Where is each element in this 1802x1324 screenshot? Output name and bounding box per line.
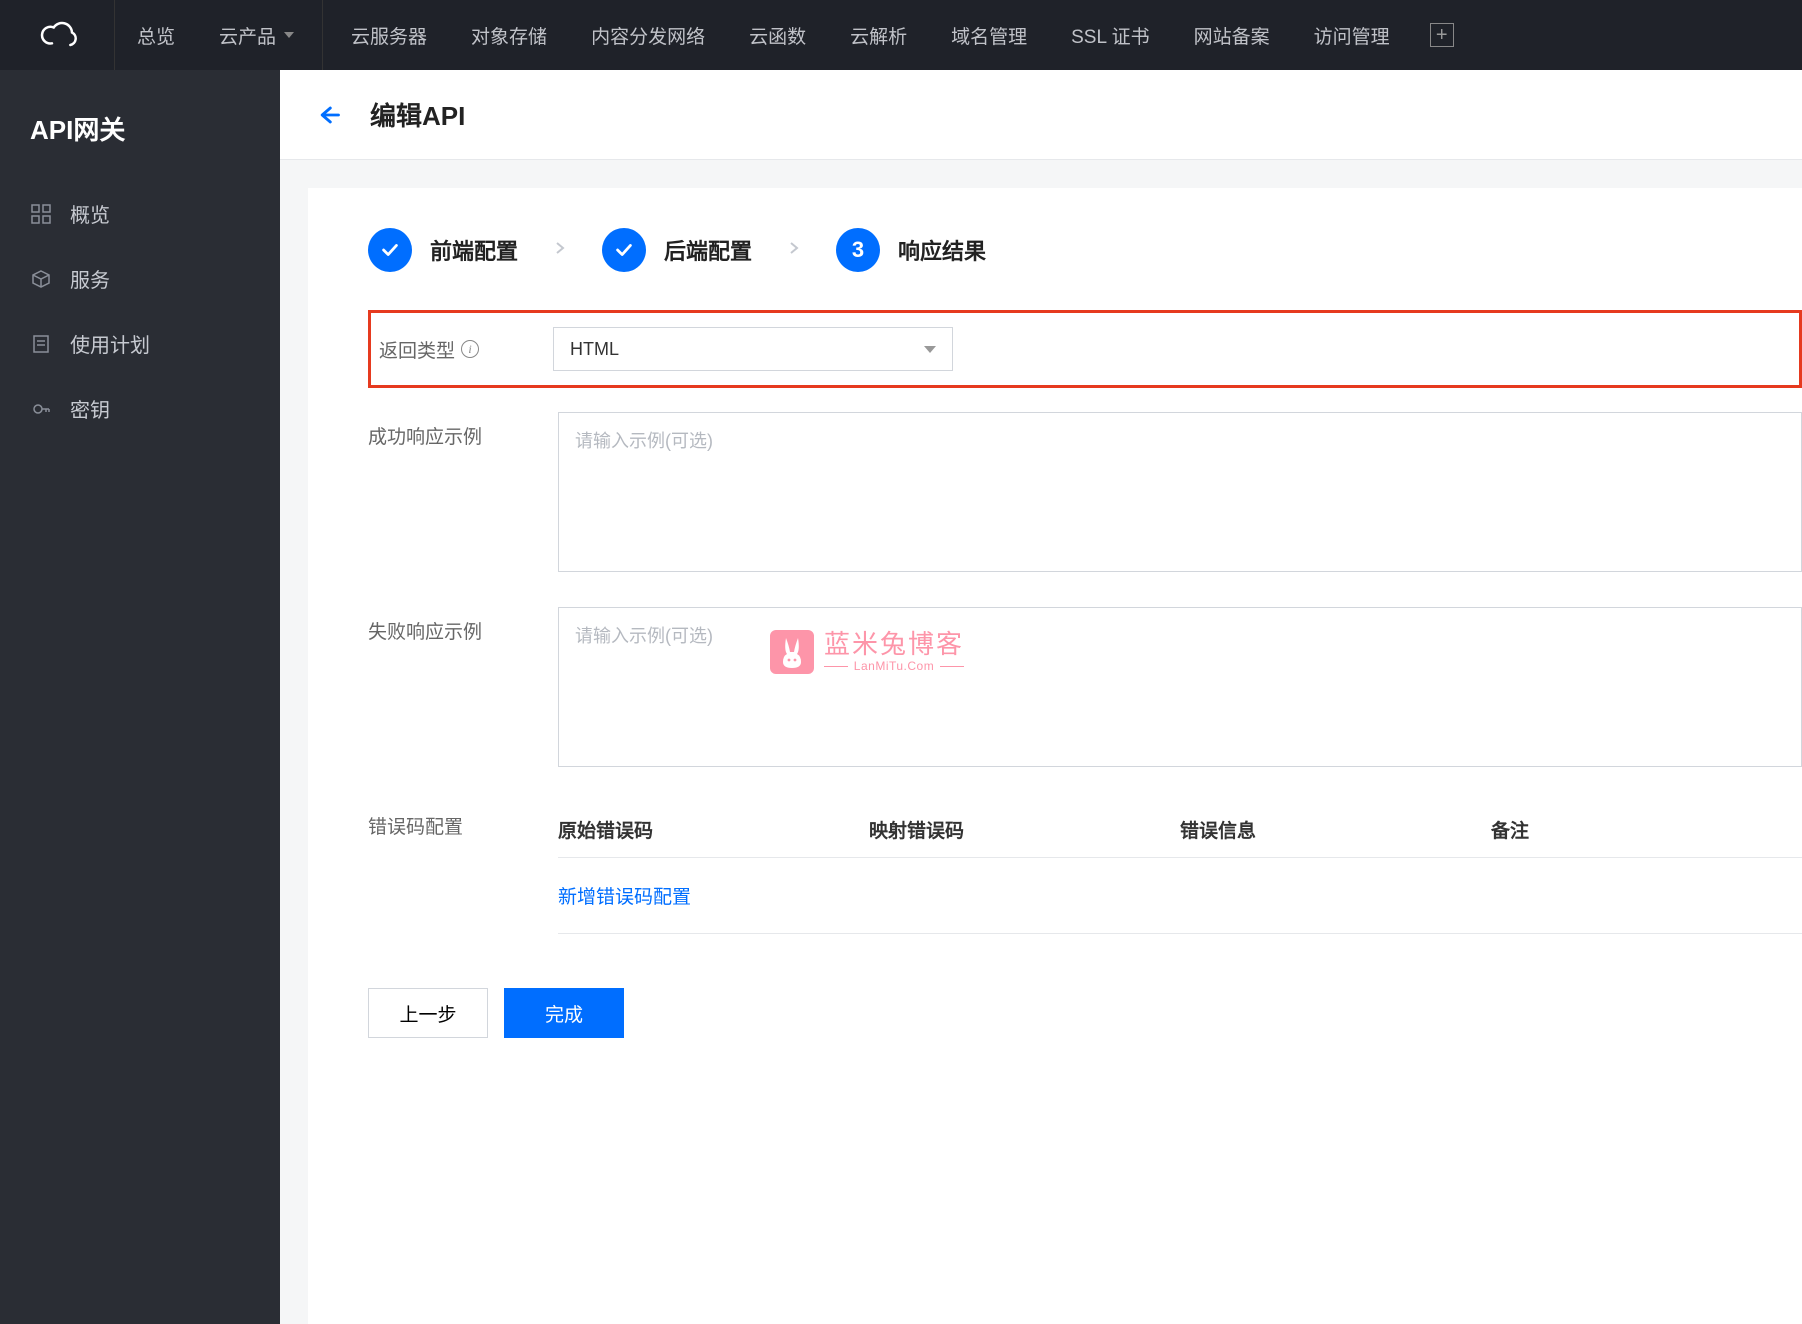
col-mapped: 映射错误码 [869,816,1180,843]
sidebar-item-label: 概览 [70,199,110,228]
check-icon [602,228,646,272]
error-codes-add: 新增错误码配置 [558,858,1802,934]
return-type-row: 返回类型 i HTML [368,310,1802,388]
sidebar-item-label: 服务 [70,264,110,293]
arrow-left-icon [314,101,342,129]
col-message: 错误信息 [1180,816,1491,843]
fail-example-label: 失败响应示例 [368,607,558,644]
sidebar-item-plan[interactable]: 使用计划 [0,311,280,376]
nav-domain[interactable]: 域名管理 [929,0,1049,70]
col-original: 原始错误码 [558,816,869,843]
error-codes-row: 错误码配置 原始错误码 映射错误码 错误信息 备注 新增错误码配置 [368,802,1802,934]
wizard-steps: 前端配置 后端配置 3 响应结果 [368,228,1802,272]
return-type-select[interactable]: HTML [553,327,953,371]
add-error-code-link[interactable]: 新增错误码配置 [558,887,691,908]
step-backend[interactable]: 后端配置 [602,228,752,272]
col-remark: 备注 [1491,816,1802,843]
step-frontend[interactable]: 前端配置 [368,228,518,272]
sidebar-item-service[interactable]: 服务 [0,246,280,311]
nav-cvm[interactable]: 云服务器 [329,0,449,70]
nav-dns[interactable]: 云解析 [828,0,929,70]
nav-overview[interactable]: 总览 [115,0,197,70]
content-card: 前端配置 后端配置 3 响应结果 [308,188,1802,1324]
page-header: 编辑API [280,70,1802,160]
sidebar: API网关 概览 服务 使用计划 密钥 [0,70,280,1324]
fail-example-input[interactable] [558,607,1802,767]
sidebar-title: API网关 [0,102,280,181]
success-example-label: 成功响应示例 [368,412,558,449]
nav-cos[interactable]: 对象存储 [449,0,569,70]
sidebar-item-overview[interactable]: 概览 [0,181,280,246]
error-codes-header: 原始错误码 映射错误码 错误信息 备注 [558,802,1802,858]
plus-icon: + [1436,25,1448,45]
page-title: 编辑API [370,96,465,133]
step-number-badge: 3 [836,228,880,272]
fail-example-row: 失败响应示例 [368,607,1802,772]
cloud-icon [37,15,77,55]
nav-cam[interactable]: 访问管理 [1292,0,1412,70]
cloud-logo[interactable] [0,0,115,70]
main: 编辑API 前端配置 后端配置 [280,70,1802,1324]
check-icon [368,228,412,272]
sidebar-item-label: 密钥 [70,394,110,423]
topbar: 总览 云产品 云服务器 对象存储 内容分发网络 云函数 云解析 域名管理 SSL… [0,0,1802,70]
success-example-row: 成功响应示例 [368,412,1802,577]
nav-scf[interactable]: 云函数 [727,0,828,70]
chevron-down-icon [284,32,294,38]
chevron-right-icon [552,240,568,261]
nav-products[interactable]: 云产品 [197,0,316,70]
finish-button[interactable]: 完成 [504,988,624,1038]
success-example-input[interactable] [558,412,1802,572]
chevron-right-icon [786,240,802,261]
footer-buttons: 上一步 完成 [368,988,1802,1038]
key-icon [30,398,52,420]
chevron-down-icon [924,346,936,353]
error-codes-label: 错误码配置 [368,802,558,839]
nav-cdn[interactable]: 内容分发网络 [569,0,727,70]
sidebar-item-label: 使用计划 [70,329,150,358]
grid-icon [30,203,52,225]
sidebar-item-key[interactable]: 密钥 [0,376,280,441]
divider [322,0,323,70]
nav-beian[interactable]: 网站备案 [1172,0,1292,70]
info-icon[interactable]: i [461,340,479,358]
nav-ssl[interactable]: SSL 证书 [1049,0,1172,70]
prev-button[interactable]: 上一步 [368,988,488,1038]
step-response[interactable]: 3 响应结果 [836,228,986,272]
doc-icon [30,333,52,355]
select-value: HTML [570,339,619,360]
back-button[interactable] [314,101,342,129]
add-shortcut-button[interactable]: + [1430,23,1454,47]
cube-icon [30,268,52,290]
return-type-label: 返回类型 i [371,336,553,363]
